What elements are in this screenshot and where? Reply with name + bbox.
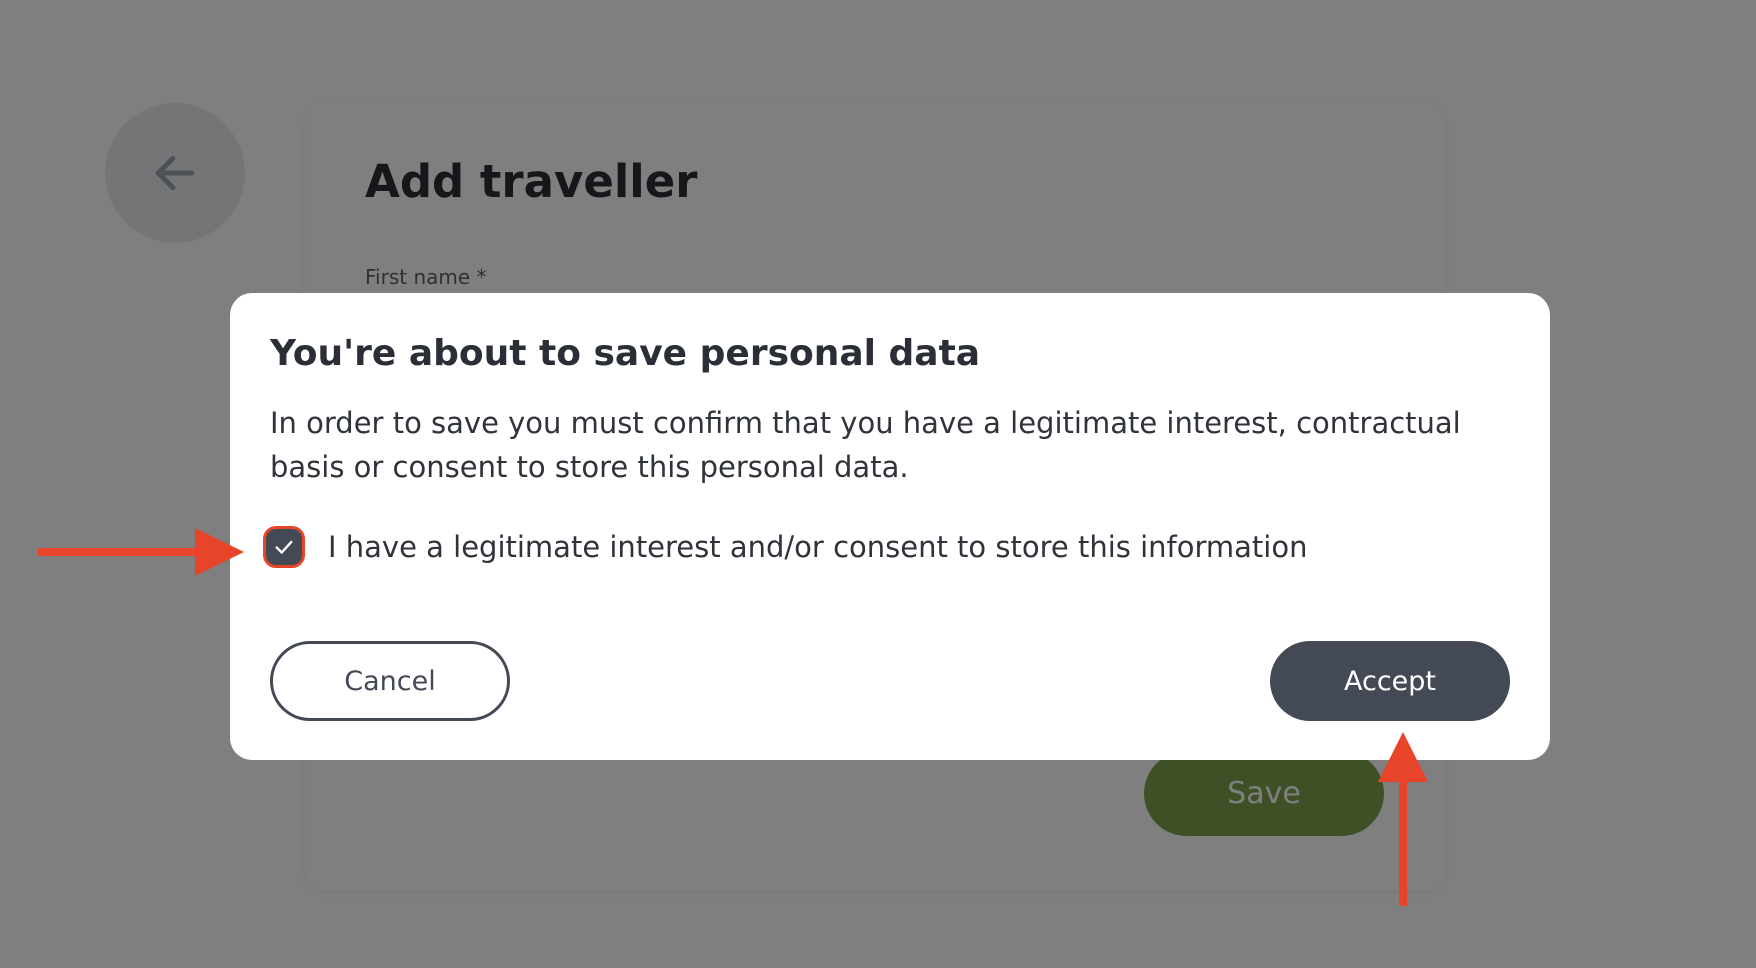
consent-label: I have a legitimate interest and/or cons…: [328, 530, 1308, 564]
cancel-button[interactable]: Cancel: [270, 641, 510, 721]
checkmark-icon: [275, 540, 293, 554]
accept-button[interactable]: Accept: [1270, 641, 1510, 721]
consent-checkbox[interactable]: [263, 526, 305, 568]
consent-row: I have a legitimate interest and/or cons…: [263, 526, 1307, 568]
personal-data-dialog: You're about to save personal data In or…: [230, 293, 1550, 760]
dialog-title: You're about to save personal data: [270, 333, 981, 374]
dialog-body: In order to save you must confirm that y…: [270, 406, 1461, 484]
